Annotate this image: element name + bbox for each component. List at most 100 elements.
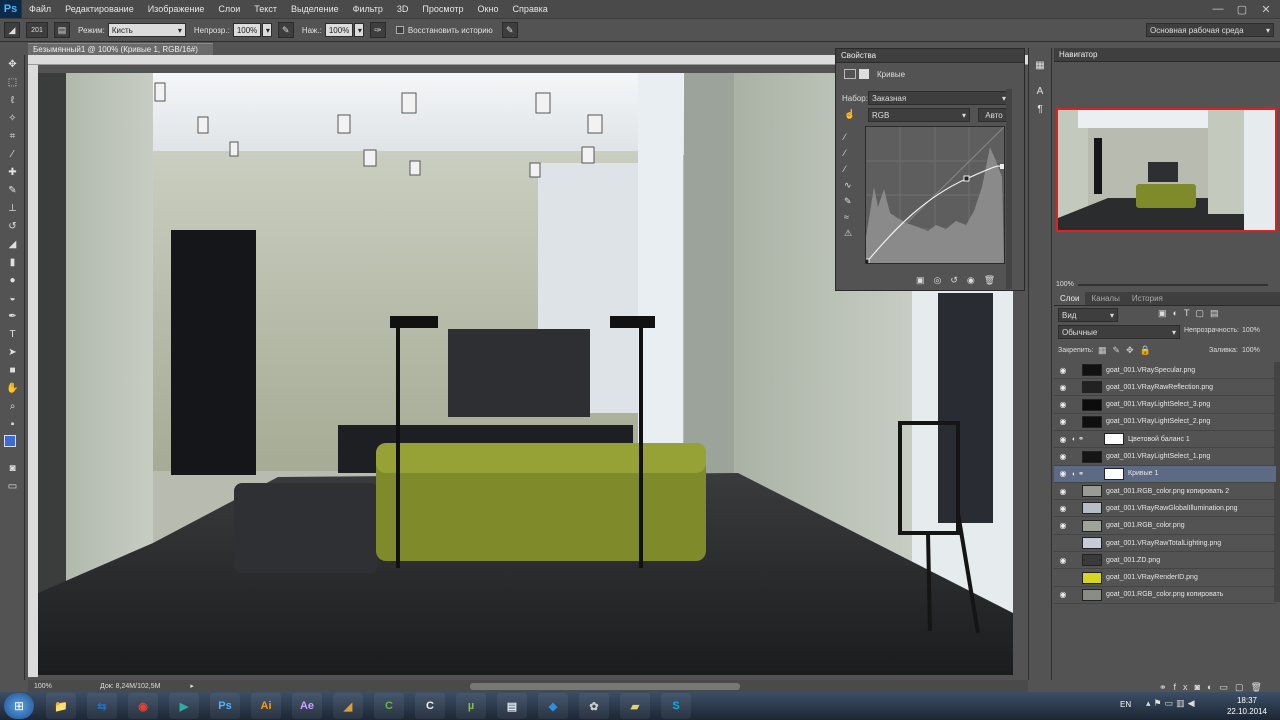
airbrush-icon[interactable]: ✑ — [369, 22, 386, 38]
chrome-icon[interactable]: ◉ — [128, 693, 158, 719]
pixel-filter-icon[interactable]: ▣ — [1158, 308, 1173, 318]
tab-channels[interactable]: Каналы — [1085, 292, 1125, 305]
visibility-icon[interactable]: ◉ — [967, 275, 984, 285]
layer-opacity-value[interactable]: 100% — [1242, 327, 1260, 334]
brush-panel-icon[interactable]: ▤ — [54, 22, 70, 38]
opacity-input[interactable]: 100% — [232, 23, 261, 37]
marquee-tool-icon[interactable]: ⬚ — [0, 73, 25, 91]
close-window-button[interactable]: ✕ — [1254, 0, 1278, 18]
menu-image[interactable]: Изображение — [141, 4, 212, 14]
delete-layer-icon[interactable]: 🗑 — [1250, 682, 1268, 692]
histogram-warning-icon[interactable]: ⚠ — [844, 225, 852, 241]
eraser-tool-preset-icon[interactable]: ◢ — [4, 22, 20, 38]
visibility-eye-icon[interactable]: ◉ — [1054, 556, 1072, 565]
layer-row[interactable]: ◉ goat_001.VRayLightSelect_3.png — [1054, 397, 1276, 414]
color-swatches[interactable] — [0, 433, 25, 459]
photoshop-icon[interactable]: Ps — [210, 693, 240, 719]
layer-name[interactable]: goat_001.VRayRawGlobalIllumination.png — [1106, 505, 1238, 512]
clone-stamp-tool-icon[interactable]: ⊥ — [0, 199, 25, 217]
layer-row[interactable]: ◉ ◐ ⚭ Кривые 1 — [1054, 465, 1276, 483]
pressure-input[interactable]: 100% — [324, 23, 353, 37]
erase-to-history-checkbox[interactable] — [395, 26, 404, 34]
sketchup-icon[interactable]: C — [415, 693, 445, 719]
gradient-tool-icon[interactable]: ▮ — [0, 253, 25, 271]
menu-view[interactable]: Просмотр — [415, 4, 470, 14]
menu-filter[interactable]: Фильтр — [346, 4, 390, 14]
pressure-dropdown[interactable]: ▾ — [353, 23, 364, 37]
explorer-icon[interactable]: 📁 — [46, 693, 76, 719]
black-point-eyedropper-icon[interactable]: ⁄ — [844, 129, 852, 145]
menu-3d[interactable]: 3D — [390, 4, 416, 14]
mode-select[interactable]: Кисть ▾ — [107, 23, 186, 37]
channel-select[interactable]: RGB ▾ — [868, 108, 970, 122]
layer-row[interactable]: goat_001.VRayRawTotalLighting.png — [1054, 535, 1276, 552]
history-brush-tool-icon[interactable]: ↺ — [0, 217, 25, 235]
tray-flag-icon[interactable]: ⚑ — [1154, 698, 1165, 708]
folder-icon[interactable]: ▰ — [620, 693, 650, 719]
visibility-eye-icon[interactable]: ◉ — [1054, 469, 1072, 478]
lock-all-icon[interactable]: 🔒 — [1140, 345, 1157, 355]
screen-mode-icon[interactable]: ▭ — [0, 477, 25, 495]
visibility-eye-icon[interactable]: ◉ — [1054, 383, 1072, 392]
type-filter-icon[interactable]: T — [1184, 308, 1196, 318]
menu-help[interactable]: Справка — [505, 4, 554, 14]
language-indicator[interactable]: EN — [1120, 700, 1131, 709]
link-layers-icon[interactable]: ⚭ — [1159, 682, 1174, 692]
maximize-button[interactable]: ▢ — [1230, 0, 1254, 18]
visibility-eye-icon[interactable]: ◉ — [1054, 366, 1072, 375]
minimize-button[interactable]: — — [1206, 0, 1230, 18]
white-point-eyedropper-icon[interactable]: ⁄ — [844, 161, 852, 177]
crop-tool-icon[interactable]: ⌗ — [0, 127, 25, 145]
layer-name[interactable]: goat_001.VRayRawReflection.png — [1106, 384, 1213, 391]
archicad-icon[interactable]: ◢ — [333, 693, 363, 719]
eraser-tool-icon[interactable]: ◢ — [0, 235, 25, 253]
document-tab[interactable]: Безымянный1 @ 100% (Кривые 1, RGB/16#) *… — [28, 43, 213, 63]
layer-row[interactable]: ◉ goat_001.ZD.png — [1054, 552, 1276, 570]
brush-size-picker[interactable]: 201 — [26, 22, 48, 38]
visibility-eye-icon[interactable]: ◉ — [1054, 435, 1072, 444]
paragraph-panel-icon[interactable]: ¶ — [1029, 100, 1051, 118]
menu-window[interactable]: Окно — [471, 4, 506, 14]
lock-transparency-icon[interactable]: ▦ — [1098, 345, 1113, 355]
hand-tool-icon[interactable]: ✋ — [0, 379, 25, 397]
preset-select[interactable]: Заказная ▾ — [868, 91, 1010, 105]
layer-row[interactable]: ◉ ◐ ⚭ Цветовой баланс 1 — [1054, 431, 1276, 449]
corel-icon[interactable]: C — [374, 693, 404, 719]
utorrent-icon[interactable]: µ — [456, 693, 486, 719]
layer-name[interactable]: goat_001.VRayRenderID.png — [1106, 574, 1198, 581]
layer-name[interactable]: Кривые 1 — [1128, 470, 1158, 477]
gray-point-eyedropper-icon[interactable]: ⁄ — [844, 145, 852, 161]
teamviewer-icon[interactable]: ⇆ — [87, 693, 117, 719]
tab-layers[interactable]: Слои — [1054, 292, 1086, 305]
lock-position-icon[interactable]: ✥ — [1126, 345, 1140, 355]
layer-style-icon[interactable]: fx — [1174, 682, 1195, 692]
zoom-level[interactable]: 100% — [34, 683, 60, 690]
horizontal-scrollbar[interactable] — [470, 683, 740, 690]
skype-icon[interactable]: S — [661, 693, 691, 719]
layer-row[interactable]: ◉ goat_001.VRayRawGlobalIllumination.png — [1054, 500, 1276, 518]
pressure-opacity-icon[interactable]: ✎ — [277, 22, 294, 38]
visibility-eye-icon[interactable]: ◉ — [1054, 417, 1072, 426]
brush-tool-icon[interactable]: ✎ — [0, 181, 25, 199]
clip-to-layer-icon[interactable]: ▣ — [916, 275, 934, 285]
layer-row[interactable]: ◉ goat_001.RGB_color.png — [1054, 518, 1276, 535]
properties-scrollbar[interactable] — [1006, 89, 1012, 289]
menu-text[interactable]: Текст — [247, 4, 284, 14]
layer-row[interactable]: ◉ goat_001.VRaySpecular.png — [1054, 362, 1276, 379]
character-panel-icon[interactable]: A — [1029, 82, 1051, 100]
tray-expand-icon[interactable]: ▴ — [1146, 698, 1154, 708]
healing-brush-tool-icon[interactable]: ✚ — [0, 163, 25, 181]
reset-icon[interactable]: ↺ — [950, 275, 967, 285]
quick-select-tool-icon[interactable]: ✧ — [0, 109, 25, 127]
lasso-tool-icon[interactable]: ℓ — [0, 91, 25, 109]
layer-name[interactable]: goat_001.VRayLightSelect_2.png — [1106, 418, 1210, 425]
visibility-eye-icon[interactable]: ◉ — [1054, 400, 1072, 409]
layer-row[interactable]: ◉ goat_001.RGB_color.png копировать — [1054, 587, 1276, 604]
delete-icon[interactable]: 🗑 — [984, 275, 1004, 285]
menu-file[interactable]: Файл — [22, 4, 58, 14]
adjustment-filter-icon[interactable]: ◐ — [1173, 308, 1184, 318]
smooth-curve-icon[interactable]: ≈ — [844, 209, 852, 225]
eyedropper-tool-icon[interactable]: ⁄ — [0, 145, 25, 163]
layer-name[interactable]: goat_001.VRayLightSelect_3.png — [1106, 401, 1210, 408]
pencil-curve-icon[interactable]: ✎ — [844, 193, 852, 209]
